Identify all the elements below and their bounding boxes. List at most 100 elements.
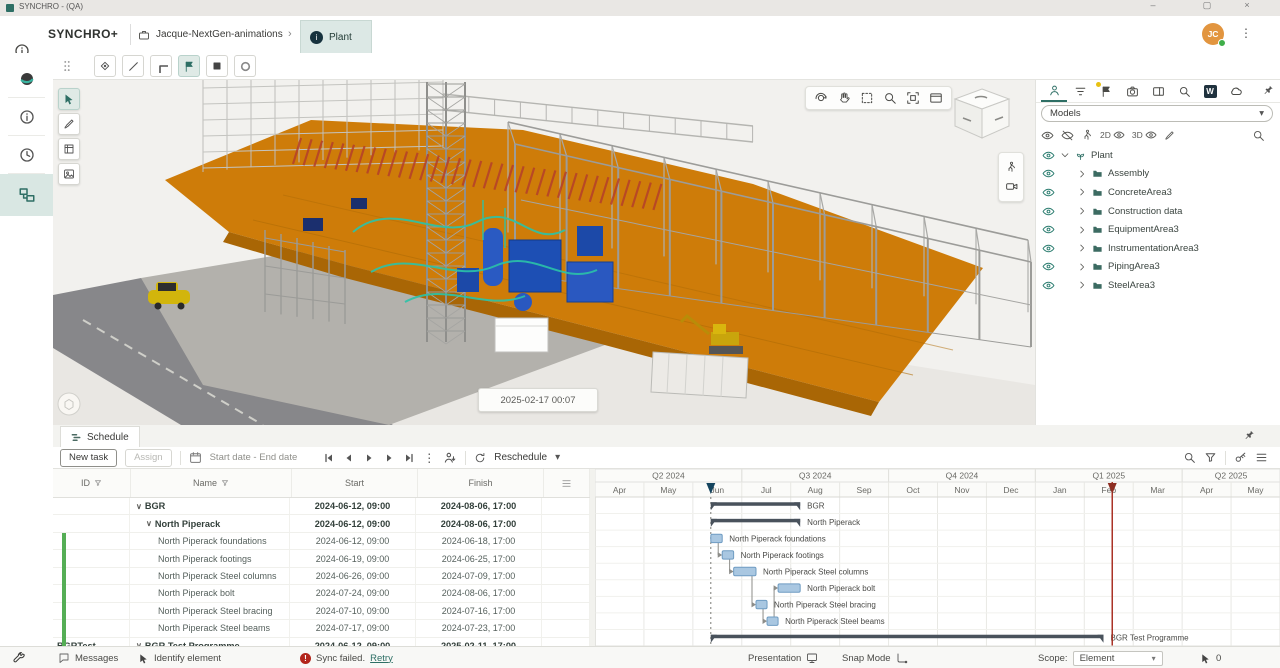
models-dropdown[interactable]: Models ▾ <box>1041 105 1273 122</box>
table-row[interactable]: North Piperack Steel columns 2024-06-26,… <box>53 568 590 585</box>
camera-icon[interactable] <box>1005 180 1018 193</box>
assign-button[interactable]: Assign <box>125 449 172 467</box>
tab-workgroups[interactable]: W <box>1197 80 1223 102</box>
scope-select[interactable]: Element ▾ <box>1073 651 1163 666</box>
col-name[interactable]: Name <box>131 469 292 497</box>
schedule-columns-icon[interactable] <box>1255 451 1268 464</box>
viewport-3d[interactable]: 2025-02-17 00:07 <box>53 80 1035 425</box>
tab-task-list[interactable] <box>1067 80 1093 102</box>
table-row[interactable]: North Piperack bolt 2024-07-24, 09:00 20… <box>53 585 590 602</box>
select-shape-tool[interactable] <box>94 55 116 77</box>
retry-link[interactable]: Retry <box>370 653 393 664</box>
gantt-task-bar[interactable] <box>778 584 800 592</box>
tree-item[interactable]: Construction data <box>1036 202 1280 221</box>
assign-resources-icon[interactable] <box>443 451 457 465</box>
col-id[interactable]: ID <box>53 469 131 497</box>
reschedule-caret-icon[interactable]: ▾ <box>555 452 560 463</box>
line-tool[interactable] <box>122 55 144 77</box>
select-tool[interactable] <box>58 88 80 110</box>
filled-square-tool[interactable] <box>206 55 228 77</box>
sidebar-item-history[interactable] <box>0 136 53 174</box>
step-forward-icon[interactable] <box>383 452 395 464</box>
table-row[interactable]: ∨North Piperack 2024-06-12, 09:00 2024-0… <box>53 515 590 532</box>
close-button[interactable]: × <box>1240 0 1254 10</box>
gantt-task-bar[interactable] <box>722 551 733 559</box>
gantt-task-bar[interactable] <box>734 567 756 575</box>
flag-tool[interactable] <box>178 55 200 77</box>
tab-search[interactable] <box>1171 80 1197 102</box>
marquee-zoom-icon[interactable] <box>860 91 874 105</box>
messages-button[interactable]: Messages <box>58 647 118 668</box>
schedule-search-icon[interactable] <box>1183 451 1196 464</box>
table-row[interactable]: ∨BGR 2024-06-12, 09:00 2024-08-06, 17:00 <box>53 498 590 515</box>
hide-all-icon[interactable] <box>1061 129 1074 142</box>
tab-plant[interactable]: i Plant <box>300 20 372 53</box>
tree-item[interactable]: Assembly <box>1036 165 1280 184</box>
step-back-icon[interactable] <box>343 452 355 464</box>
tab-panels[interactable] <box>1145 80 1171 102</box>
gantt-chart[interactable]: Q2 2024 Q3 2024 Q4 2024 Q1 2025 Q2 2025A… <box>595 469 1280 646</box>
gantt-summary-bar[interactable] <box>711 519 800 523</box>
snap-mode-toggle[interactable]: Snap Mode <box>842 647 908 668</box>
tree-item[interactable]: SteelArea3 <box>1036 276 1280 295</box>
orbit-icon[interactable] <box>814 91 828 105</box>
gantt-task-bar[interactable] <box>756 600 767 608</box>
play-icon[interactable] <box>363 452 375 464</box>
fit-view-icon[interactable] <box>906 91 920 105</box>
sidebar-item-model[interactable] <box>0 60 53 98</box>
tab-cloud[interactable] <box>1223 80 1249 102</box>
sidebar-item-info[interactable] <box>0 98 53 136</box>
skip-to-end-icon[interactable] <box>403 452 415 464</box>
schedule-key-icon[interactable] <box>1234 451 1247 464</box>
table-row[interactable]: North Piperack footings 2024-06-19, 09:0… <box>53 550 590 567</box>
col-options[interactable] <box>544 469 590 497</box>
presentation-toggle[interactable]: Presentation <box>748 647 818 668</box>
tree-item[interactable]: PipingArea3 <box>1036 258 1280 277</box>
rectangle-tool[interactable] <box>150 55 172 77</box>
tree-search-icon[interactable] <box>1252 129 1265 142</box>
tab-flags[interactable] <box>1093 80 1119 102</box>
header-kebab-menu[interactable]: ⋮ <box>1240 26 1252 40</box>
gantt-task-bar[interactable] <box>767 617 778 625</box>
tree-item[interactable]: EquipmentArea3 <box>1036 220 1280 239</box>
gantt-summary-bar[interactable] <box>711 502 800 506</box>
circle-tool[interactable] <box>234 55 256 77</box>
playback-kebab-menu[interactable]: ⋮ <box>423 451 435 465</box>
paint-tool[interactable] <box>58 113 80 135</box>
show-all-icon[interactable] <box>1041 129 1054 142</box>
walk-mode-icon[interactable] <box>1005 161 1017 173</box>
gantt-summary-bar[interactable] <box>711 635 1104 639</box>
table-row[interactable]: North Piperack Steel bracing 2024-07-10,… <box>53 603 590 620</box>
table-row[interactable]: North Piperack foundations 2024-06-12, 0… <box>53 533 590 550</box>
grid-tool[interactable] <box>58 138 80 160</box>
col-finish[interactable]: Finish <box>418 469 544 497</box>
tree-item-root[interactable]: Plant <box>1036 146 1280 165</box>
pan-hand-icon[interactable] <box>837 91 851 105</box>
view-cube[interactable] <box>951 86 1013 142</box>
pin-panel-icon[interactable] <box>1264 85 1276 97</box>
schedule-pin-icon[interactable] <box>1245 430 1257 442</box>
walk-filter-icon[interactable] <box>1081 129 1093 141</box>
sidebar-item-4d-workflow[interactable] <box>0 174 53 216</box>
tree-item[interactable]: InstrumentationArea3 <box>1036 239 1280 258</box>
maximize-button[interactable]: ▢ <box>1200 0 1214 11</box>
schedule-filter-icon[interactable] <box>1204 451 1217 464</box>
wrench-icon[interactable] <box>12 651 26 665</box>
identify-element-button[interactable]: Identify element <box>138 647 221 668</box>
zoom-icon[interactable] <box>883 91 897 105</box>
tab-media[interactable] <box>1119 80 1145 102</box>
col-start[interactable]: Start <box>292 469 418 497</box>
minimize-button[interactable]: – <box>1146 0 1160 10</box>
tab-schedule[interactable]: Schedule <box>60 426 140 448</box>
paint-visibility-icon[interactable] <box>1164 130 1175 141</box>
skip-to-start-icon[interactable] <box>323 452 335 464</box>
toggle-2d[interactable]: 2D <box>1100 129 1125 141</box>
drag-handle-icon[interactable] <box>60 59 74 73</box>
tab-resources[interactable] <box>1041 80 1067 102</box>
toggle-3d[interactable]: 3D <box>1132 129 1157 141</box>
new-task-button[interactable]: New task <box>60 449 117 467</box>
tree-item[interactable]: ConcreteArea3 <box>1036 183 1280 202</box>
reschedule-button[interactable]: Reschedule <box>494 452 547 463</box>
date-range-field[interactable]: Start date - End date <box>210 452 298 463</box>
breadcrumb-project[interactable]: Jacque-NextGen-animations <box>156 29 283 40</box>
